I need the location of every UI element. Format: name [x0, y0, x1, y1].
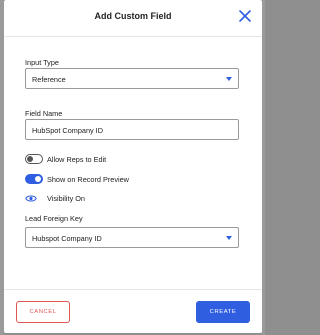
dialog-title: Add Custom Field	[94, 11, 172, 21]
dialog-header: Add Custom Field	[4, 0, 262, 37]
input-type-select[interactable]: Reference	[25, 68, 239, 89]
field-name-input[interactable]: HubSpot Company ID	[25, 119, 239, 140]
lead-foreign-key-label: Lead Foreign Key	[25, 214, 83, 223]
chevron-down-icon	[226, 236, 232, 240]
visibility-label: Visibility On	[47, 194, 85, 203]
toggle-knob	[27, 156, 33, 162]
lead-foreign-key-select[interactable]: Hubspot Company ID	[25, 227, 239, 248]
toggle-knob	[35, 176, 41, 182]
show-on-record-preview-label: Show on Record Preview	[47, 175, 129, 184]
lead-foreign-key-value: Hubspot Company ID	[32, 234, 102, 243]
chevron-down-icon	[226, 77, 232, 81]
input-type-value: Reference	[32, 75, 66, 84]
create-button[interactable]: CREATE	[196, 301, 250, 323]
field-name-value: HubSpot Company ID	[32, 126, 103, 135]
field-name-label: Field Name	[25, 109, 63, 118]
dialog-footer: CANCEL CREATE	[4, 289, 262, 334]
show-on-record-preview-toggle[interactable]	[25, 174, 43, 184]
add-custom-field-dialog: Add Custom Field Input Type Reference Fi…	[4, 0, 262, 333]
eye-icon[interactable]	[25, 194, 37, 203]
allow-reps-to-edit-label: Allow Reps to Edit	[47, 155, 107, 164]
input-type-label: Input Type	[25, 58, 59, 67]
allow-reps-to-edit-toggle[interactable]	[25, 154, 43, 164]
close-icon[interactable]	[237, 8, 253, 24]
cancel-button[interactable]: CANCEL	[16, 301, 70, 323]
